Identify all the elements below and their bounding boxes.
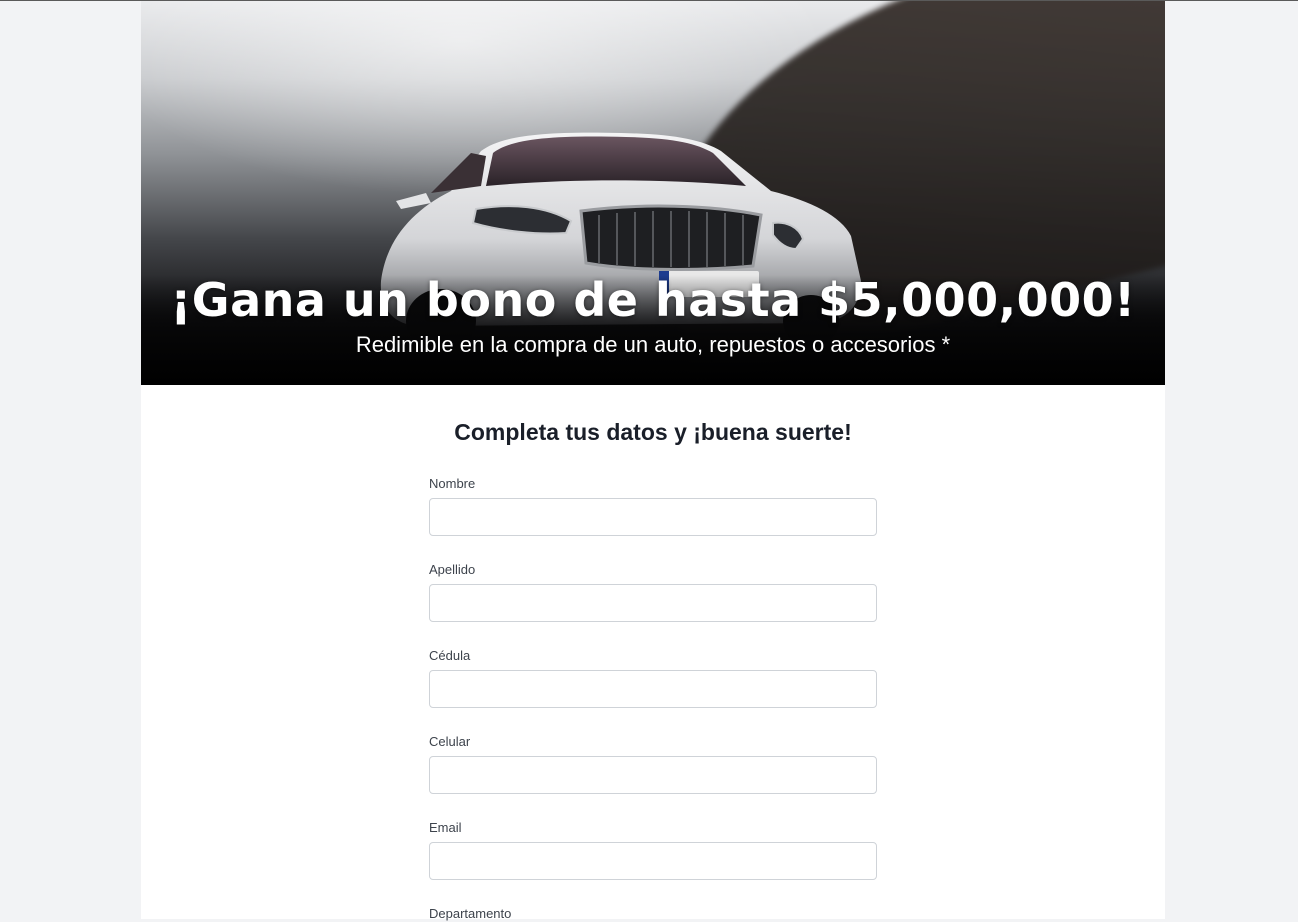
field-label: Apellido: [429, 562, 476, 577]
field-celular: Celular: [429, 734, 877, 794]
field-departamento: Departamento: [429, 906, 877, 922]
field-label: Nombre: [429, 476, 476, 491]
field-label: Celular: [429, 734, 471, 749]
hero-banner: ¡Gana un bono de hasta $5,000,000! Redim…: [141, 1, 1165, 385]
field-cedula: Cédula: [429, 648, 877, 708]
field-label: Cédula: [429, 648, 471, 663]
hero-subtitle: Redimible en la compra de un auto, repue…: [355, 332, 951, 357]
page-container: ¡Gana un bono de hasta $5,000,000! Redim…: [141, 1, 1165, 922]
celular-input[interactable]: [429, 756, 877, 794]
hero-title: ¡Gana un bono de hasta $5,000,000!: [170, 273, 1136, 327]
email-input[interactable]: [429, 842, 877, 880]
form-title: Completa tus datos y ¡buena suerte!: [454, 419, 852, 445]
field-email: Email: [429, 820, 877, 880]
cedula-input[interactable]: [429, 670, 877, 708]
nombre-input[interactable]: [429, 498, 877, 536]
field-apellido: Apellido: [429, 562, 877, 622]
field-label: Email: [429, 820, 462, 835]
field-nombre: Nombre: [429, 476, 877, 536]
apellido-input[interactable]: [429, 584, 877, 622]
field-label: Departamento: [429, 906, 512, 921]
